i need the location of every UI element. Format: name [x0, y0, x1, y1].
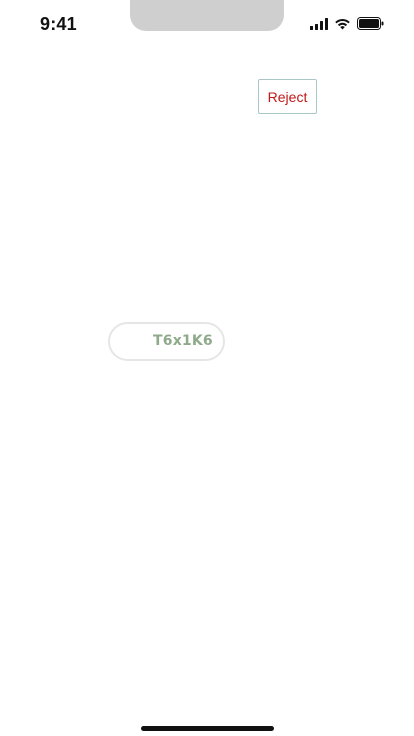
device-notch [130, 0, 284, 31]
app-screen: 9:41 Reject T6x1K6 [0, 0, 414, 736]
status-icons [310, 17, 384, 30]
code-text: T6x1K6 [153, 333, 213, 349]
battery-icon [357, 17, 384, 30]
home-indicator[interactable] [141, 726, 274, 731]
wifi-icon [334, 18, 351, 30]
status-time: 9:41 [40, 14, 77, 34]
code-pill[interactable]: T6x1K6 [108, 322, 225, 361]
reject-button[interactable]: Reject [258, 79, 317, 114]
cellular-signal-icon [310, 17, 328, 30]
